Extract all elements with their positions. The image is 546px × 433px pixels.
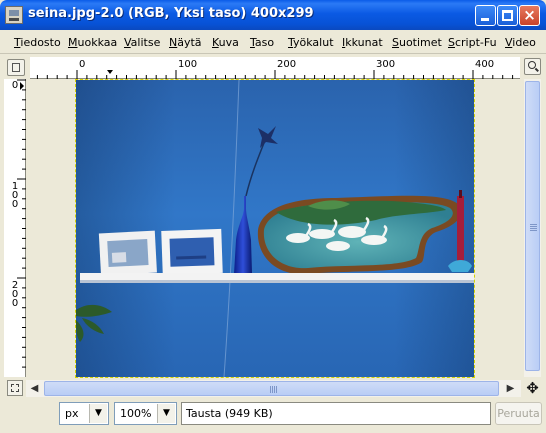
menu-nayta[interactable]: Näytä: [169, 36, 202, 49]
menu-taso[interactable]: Taso: [250, 36, 274, 49]
status-message-text: Tausta (949 KB): [186, 407, 273, 420]
ruler-label: 400: [475, 59, 495, 70]
unit-value: px: [65, 407, 79, 420]
maximize-button[interactable]: [497, 5, 518, 26]
menu-script-fu[interactable]: Script-Fu: [448, 36, 497, 49]
menu-ikkunat[interactable]: Ikkunat: [342, 36, 383, 49]
close-button[interactable]: ×: [519, 5, 540, 26]
vertical-scroll-thumb[interactable]: [525, 81, 540, 371]
menu-arrow-icon: [12, 63, 20, 72]
ruler-label: 300: [376, 59, 396, 70]
zoom-select[interactable]: 100% ▼: [114, 402, 177, 425]
gimp-image-icon[interactable]: [5, 6, 23, 24]
status-bar: px ▼ 100% ▼ Tausta (949 KB) Peruuta: [0, 399, 546, 433]
horizontal-ruler[interactable]: 0 100 200 300 400: [30, 57, 520, 79]
menu-video[interactable]: Video: [505, 36, 536, 49]
window-title: seina.jpg-2.0 (RGB, Yksi taso) 400x299: [28, 6, 314, 21]
vertical-scrollbar[interactable]: [524, 79, 541, 377]
title-bar: seina.jpg-2.0 (RGB, Yksi taso) 400x299 ×: [0, 0, 546, 30]
ruler-label: 200: [277, 59, 297, 70]
move-icon[interactable]: ✥: [524, 380, 541, 397]
navigate-icon: [11, 384, 19, 392]
ruler-label: 100: [178, 59, 198, 70]
cancel-button[interactable]: Peruuta: [495, 402, 542, 425]
zoom-to-fit-button[interactable]: [524, 58, 541, 75]
ruler-label: 0: [11, 80, 19, 91]
status-message: Tausta (949 KB): [181, 402, 491, 425]
menu-tyokalut[interactable]: Työkalut: [288, 36, 334, 49]
ruler-label: 100: [11, 181, 19, 210]
scroll-left-arrow-icon[interactable]: ◀: [26, 380, 43, 397]
menu-bar: Tiedosto Muokkaa Valitse Näytä Kuva Taso…: [0, 30, 546, 54]
horizontal-scroll-thumb[interactable]: [44, 381, 499, 396]
chevron-down-icon[interactable]: ▼: [157, 404, 175, 423]
vertical-ruler-ticks: [17, 79, 26, 368]
ruler-label: 0: [79, 59, 86, 70]
maximize-icon: [502, 10, 513, 21]
menu-tiedosto[interactable]: Tiedosto: [14, 36, 61, 49]
zoom-value: 100%: [120, 407, 152, 420]
menu-muokkaa[interactable]: Muokkaa: [68, 36, 117, 49]
unit-select[interactable]: px ▼: [59, 402, 109, 425]
ruler-label: 200: [11, 280, 19, 309]
vertical-ruler[interactable]: 0 100 200: [4, 79, 26, 377]
menu-suotimet[interactable]: Suotimet: [392, 36, 442, 49]
close-icon: ×: [523, 6, 536, 24]
photo-wall-shelf: [76, 80, 474, 377]
menu-valitse[interactable]: Valitse: [124, 36, 160, 49]
minimize-icon: [481, 18, 489, 21]
horizontal-ruler-ticks: [36, 70, 514, 79]
image-canvas[interactable]: [75, 79, 475, 378]
horizontal-scrollbar[interactable]: ◀ ▶: [26, 380, 521, 397]
image-menu-button[interactable]: [7, 59, 25, 76]
chevron-down-icon[interactable]: ▼: [89, 404, 107, 423]
navigate-button[interactable]: [7, 380, 23, 396]
scroll-right-arrow-icon[interactable]: ▶: [502, 380, 519, 397]
menu-kuva[interactable]: Kuva: [212, 36, 239, 49]
minimize-button[interactable]: [475, 5, 496, 26]
